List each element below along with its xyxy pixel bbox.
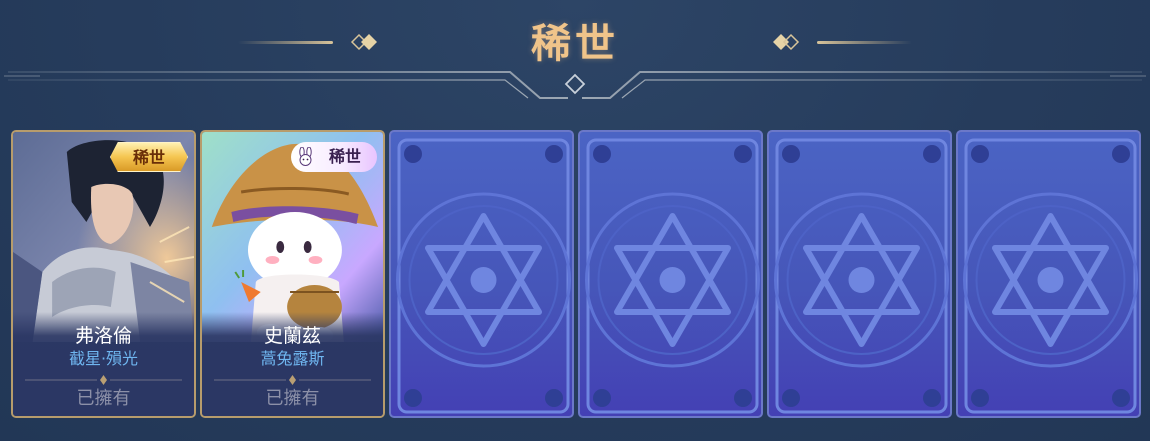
hexagram-icon: [396, 138, 571, 414]
hexagram-icon: [585, 138, 760, 414]
rare-skin-panel: 稀世 稀世 弗洛倫 截星·殞光 已擁有 稀世 史蘭茲 蒿兔露斯 已擁有: [0, 0, 1150, 441]
skin-card-2[interactable]: 稀世 史蘭茲 蒿兔露斯 已擁有: [200, 130, 385, 418]
hidden-card-4[interactable]: [956, 130, 1141, 418]
skin-card-1[interactable]: 稀世 弗洛倫 截星·殞光 已擁有: [11, 130, 196, 418]
card-row: 稀世 弗洛倫 截星·殞光 已擁有 稀世 史蘭茲 蒿兔露斯 已擁有: [11, 130, 1141, 418]
center-diamond-icon: [564, 73, 586, 95]
card-info: 弗洛倫 截星·殞光 已擁有: [13, 312, 194, 416]
owned-status: 已擁有: [265, 388, 320, 409]
hero-name: 弗洛倫: [74, 325, 132, 347]
hero-name: 史蘭茲: [263, 325, 321, 347]
hexagram-icon: [963, 138, 1138, 414]
card-info: 史蘭茲 蒿兔露斯 已擁有: [202, 312, 383, 416]
owned-status: 已擁有: [76, 388, 131, 409]
rarity-badge-label: 稀世: [328, 147, 361, 166]
skin-name: 截星·殞光: [68, 349, 139, 368]
skin-name: 蒿兔露斯: [260, 349, 325, 368]
rabbit-icon: [299, 147, 312, 166]
hidden-card-1[interactable]: [389, 130, 574, 418]
hidden-card-2[interactable]: [578, 130, 763, 418]
rarity-badge: 稀世: [110, 142, 188, 172]
hexagram-icon: [774, 138, 949, 414]
page-title: 稀世: [531, 21, 619, 67]
hidden-card-3[interactable]: [767, 130, 952, 418]
rarity-badge: 稀世: [291, 142, 377, 172]
